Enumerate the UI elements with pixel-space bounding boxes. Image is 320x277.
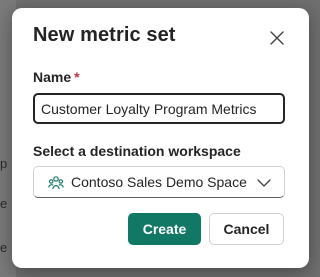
create-button[interactable]: Create	[128, 213, 201, 245]
background-text-fragment: e	[0, 196, 8, 211]
name-input[interactable]	[33, 93, 285, 124]
background-text-fragment: e	[0, 240, 8, 255]
close-button[interactable]	[265, 26, 289, 50]
workspace-dropdown[interactable]: Contoso Sales Demo Space	[33, 166, 285, 198]
workspace-people-icon	[48, 176, 64, 190]
workspace-selected-value: Contoso Sales Demo Space	[71, 174, 247, 190]
workspace-field-label: Select a destination workspace	[33, 143, 241, 159]
new-metric-set-dialog: New metric set Name* Select a destinatio…	[12, 8, 309, 268]
dialog-title: New metric set	[33, 24, 176, 46]
background-text-fragment: p	[0, 156, 8, 171]
chevron-down-icon	[257, 179, 271, 187]
required-marker: *	[74, 69, 80, 85]
name-label-text: Name	[33, 69, 72, 85]
cancel-button[interactable]: Cancel	[209, 213, 284, 245]
close-icon	[270, 31, 284, 45]
name-field-label: Name *	[33, 69, 80, 85]
